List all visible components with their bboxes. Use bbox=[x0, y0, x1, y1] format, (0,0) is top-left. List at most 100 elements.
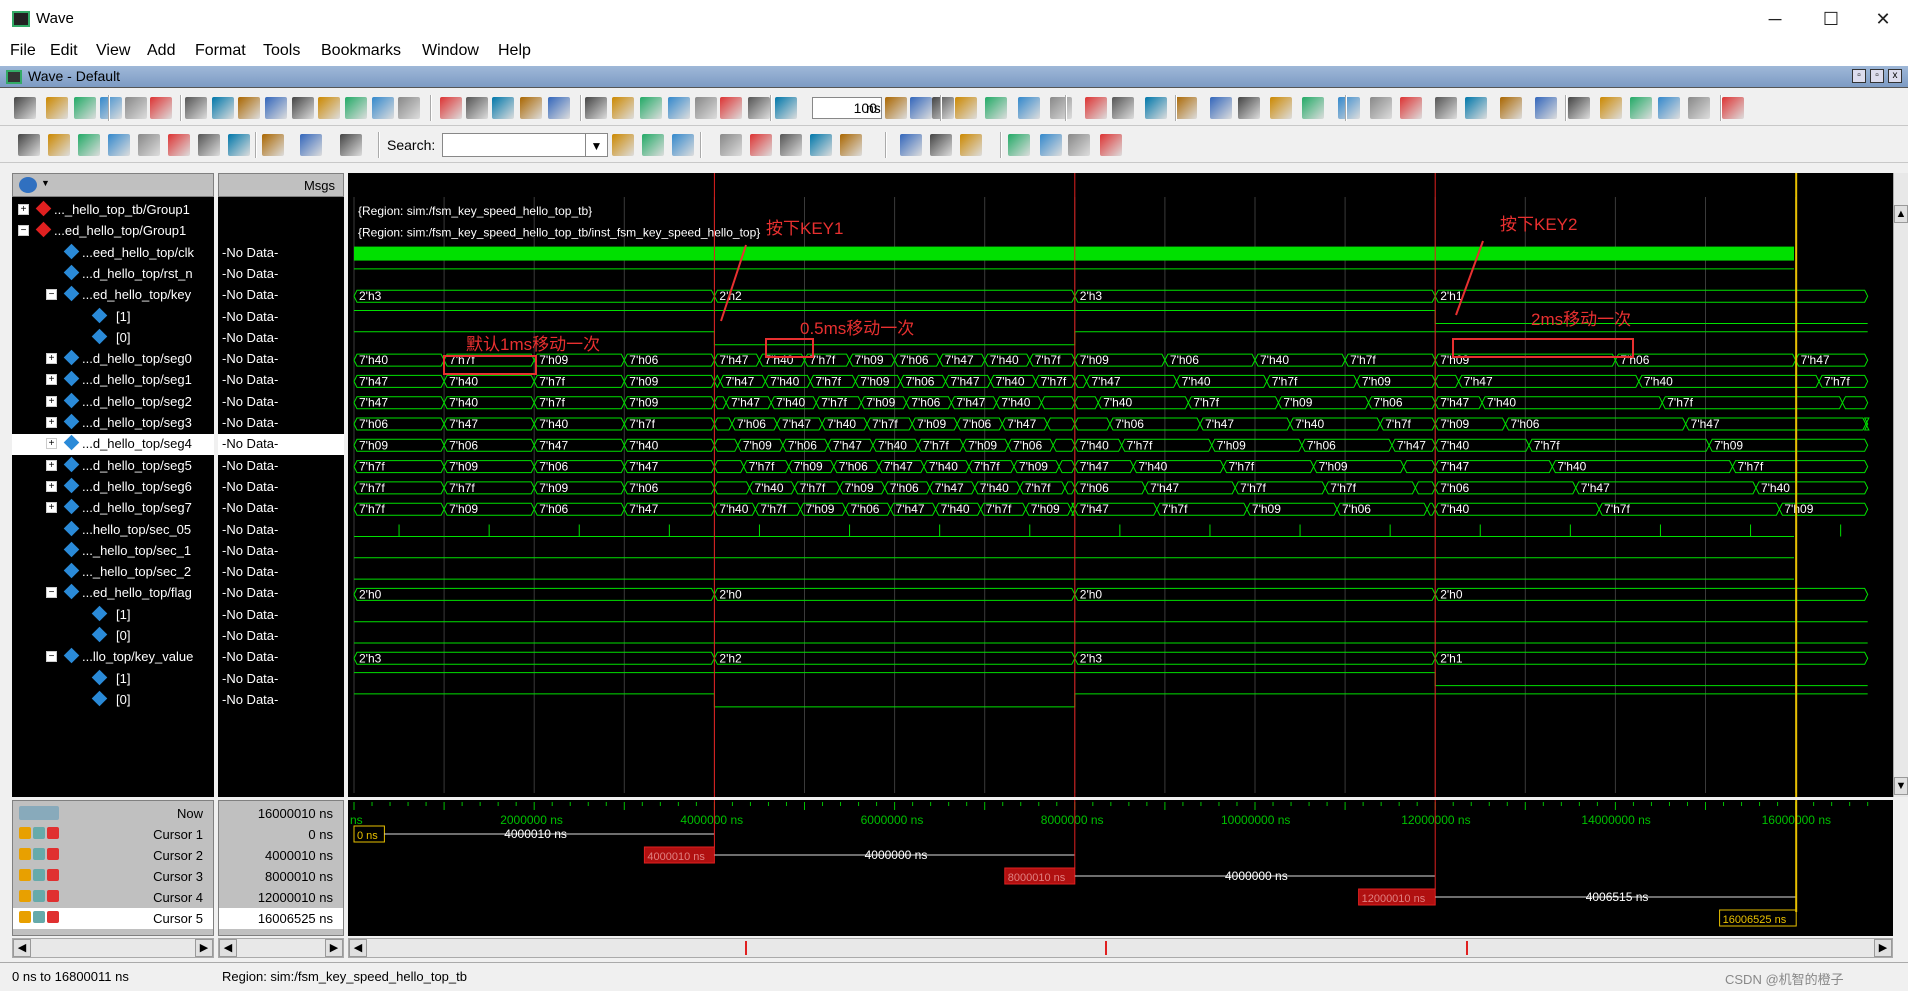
signal-value-row[interactable]: -No Data- bbox=[218, 647, 344, 668]
signal-row[interactable]: ...hello_top/sec_05 bbox=[12, 520, 214, 541]
next-edge-icon[interactable] bbox=[108, 134, 130, 156]
toolbar-tool-53-icon[interactable] bbox=[1658, 97, 1680, 119]
prev-falling-icon[interactable] bbox=[138, 134, 160, 156]
signal-filter-icon[interactable] bbox=[19, 177, 37, 193]
cursor-value-row[interactable]: 8000010 ns bbox=[219, 866, 343, 887]
signal-row[interactable]: [1] bbox=[12, 605, 214, 626]
cursor-lock-icon[interactable] bbox=[19, 827, 31, 839]
add-icon[interactable] bbox=[292, 97, 314, 119]
cursor-delete-icon[interactable] bbox=[47, 848, 59, 860]
signal-row[interactable]: [0] bbox=[12, 328, 214, 349]
time-icon[interactable] bbox=[340, 134, 362, 156]
left-arrow-icon[interactable] bbox=[612, 97, 634, 119]
zoom-in-icon[interactable] bbox=[720, 134, 742, 156]
step-into-icon[interactable] bbox=[1085, 97, 1107, 119]
delete-cursor-icon[interactable] bbox=[48, 134, 70, 156]
zoom-out-icon[interactable] bbox=[750, 134, 772, 156]
cursor-row[interactable]: Cursor 2 bbox=[13, 845, 213, 866]
search-prev-icon[interactable] bbox=[612, 134, 634, 156]
wave-style-6-icon[interactable] bbox=[1068, 134, 1090, 156]
menu-view[interactable]: View bbox=[96, 42, 130, 60]
names-scroll-right[interactable]: ▶ bbox=[195, 939, 213, 957]
expand-icon[interactable]: + bbox=[46, 480, 57, 492]
mem-icon[interactable] bbox=[932, 97, 954, 119]
prev-rising-icon[interactable] bbox=[198, 134, 220, 156]
close-button[interactable]: ✕ bbox=[1860, 6, 1906, 32]
menu-window[interactable]: Window bbox=[422, 42, 479, 60]
wave-style-4-icon[interactable] bbox=[1008, 134, 1030, 156]
zoom-region-icon[interactable] bbox=[840, 134, 862, 156]
signal-value-row[interactable]: -No Data- bbox=[218, 243, 344, 264]
signal-value-row[interactable]: -No Data- bbox=[218, 498, 344, 519]
signal-value-row[interactable]: -No Data- bbox=[218, 690, 344, 711]
wave-style-2-icon[interactable] bbox=[930, 134, 952, 156]
cursor-delete-icon[interactable] bbox=[47, 869, 59, 881]
signal-value-row[interactable]: -No Data- bbox=[218, 562, 344, 583]
signal-value-row[interactable]: -No Data- bbox=[218, 370, 344, 391]
wave-style-1-icon[interactable] bbox=[900, 134, 922, 156]
edit-wave-icon[interactable] bbox=[1238, 97, 1260, 119]
expand-icon[interactable]: + bbox=[46, 438, 57, 450]
step-out-icon[interactable] bbox=[1050, 97, 1072, 119]
signal-row[interactable]: ..._hello_top/sec_1 bbox=[12, 541, 214, 562]
pane-dock-button[interactable]: ▫ bbox=[1852, 69, 1866, 83]
run-all-icon[interactable] bbox=[748, 97, 770, 119]
signal-value-row[interactable]: -No Data- bbox=[218, 413, 344, 434]
menu-file[interactable]: File bbox=[10, 42, 36, 60]
signal-row[interactable]: + ...d_hello_top/seg5 bbox=[12, 456, 214, 477]
signal-row[interactable]: + ...d_hello_top/seg4 bbox=[12, 434, 214, 456]
signal-value-row[interactable]: -No Data- bbox=[218, 541, 344, 562]
search-options-icon[interactable] bbox=[672, 134, 694, 156]
values-scroll-left[interactable]: ◀ bbox=[219, 939, 237, 957]
signal-row[interactable]: [0] bbox=[12, 626, 214, 647]
signal-value-row[interactable]: -No Data- bbox=[218, 285, 344, 306]
zoom-mode-icon[interactable] bbox=[1435, 97, 1457, 119]
run-continue-icon[interactable] bbox=[720, 97, 742, 119]
signal-value-row[interactable] bbox=[218, 200, 344, 221]
zoom-box-icon[interactable] bbox=[1400, 97, 1422, 119]
cursor-delete-icon[interactable] bbox=[47, 827, 59, 839]
toolbar-tool-51-icon[interactable] bbox=[1600, 97, 1622, 119]
waveform-pane[interactable]: {Region: sim:/fsm_key_speed_hello_top_tb… bbox=[348, 173, 1893, 797]
expand-icon[interactable]: + bbox=[46, 502, 57, 514]
menu-add[interactable]: Add bbox=[147, 42, 175, 60]
cursor-edit-icon[interactable] bbox=[33, 869, 45, 881]
list-icon[interactable] bbox=[548, 97, 570, 119]
expand-icon[interactable]: + bbox=[46, 374, 57, 386]
redo-icon[interactable] bbox=[265, 97, 287, 119]
search-next-icon[interactable] bbox=[642, 134, 664, 156]
signal-row[interactable]: ..._hello_top/sec_2 bbox=[12, 562, 214, 583]
edit-cursor-icon[interactable] bbox=[1210, 97, 1232, 119]
cursor-value-row[interactable]: 4000010 ns bbox=[219, 845, 343, 866]
signal-row[interactable]: [0] bbox=[12, 690, 214, 711]
toolbar-tool-52-icon[interactable] bbox=[1630, 97, 1652, 119]
signal-value-row[interactable]: -No Data- bbox=[218, 456, 344, 477]
signal-row[interactable]: − ...ed_hello_top/flag bbox=[12, 583, 214, 604]
signal-row[interactable]: − ...ed_hello_top/key bbox=[12, 285, 214, 306]
zoom-cursor-icon[interactable] bbox=[810, 134, 832, 156]
open-icon[interactable] bbox=[46, 97, 68, 119]
wave-scroll-left[interactable]: ◀ bbox=[349, 939, 367, 957]
cursor-lock-icon[interactable] bbox=[19, 848, 31, 860]
hand-icon[interactable] bbox=[955, 97, 977, 119]
maximize-button[interactable]: ☐ bbox=[1808, 6, 1854, 32]
waveform-vertical-scrollbar[interactable]: ▲ ▼ bbox=[1893, 173, 1908, 797]
signal-row[interactable]: − ...llo_top/key_value bbox=[12, 647, 214, 668]
signal-value-row[interactable]: -No Data- bbox=[218, 477, 344, 498]
signal-value-row[interactable]: -No Data- bbox=[218, 669, 344, 690]
next-rising-icon[interactable] bbox=[228, 134, 250, 156]
collapse-icon[interactable] bbox=[300, 134, 322, 156]
copy-icon[interactable] bbox=[185, 97, 207, 119]
expand-icon[interactable]: + bbox=[46, 395, 57, 407]
expand-icon[interactable]: + bbox=[18, 204, 29, 215]
print-icon[interactable] bbox=[125, 97, 147, 119]
signal-row[interactable]: + ...d_hello_top/seg2 bbox=[12, 392, 214, 413]
insert-cursor-icon[interactable] bbox=[18, 134, 40, 156]
cursor-edit-icon[interactable] bbox=[33, 827, 45, 839]
cursor-row[interactable]: Cursor 1 bbox=[13, 824, 213, 845]
stop-sim-icon[interactable] bbox=[885, 97, 907, 119]
search-input[interactable] bbox=[442, 133, 586, 157]
wave-style-3-icon[interactable] bbox=[960, 134, 982, 156]
cursor-timeline-canvas[interactable]: ns 2000000 ns 4000000 ns 6000000 ns 8000000 … bbox=[348, 800, 1893, 936]
undo-icon[interactable] bbox=[238, 97, 260, 119]
